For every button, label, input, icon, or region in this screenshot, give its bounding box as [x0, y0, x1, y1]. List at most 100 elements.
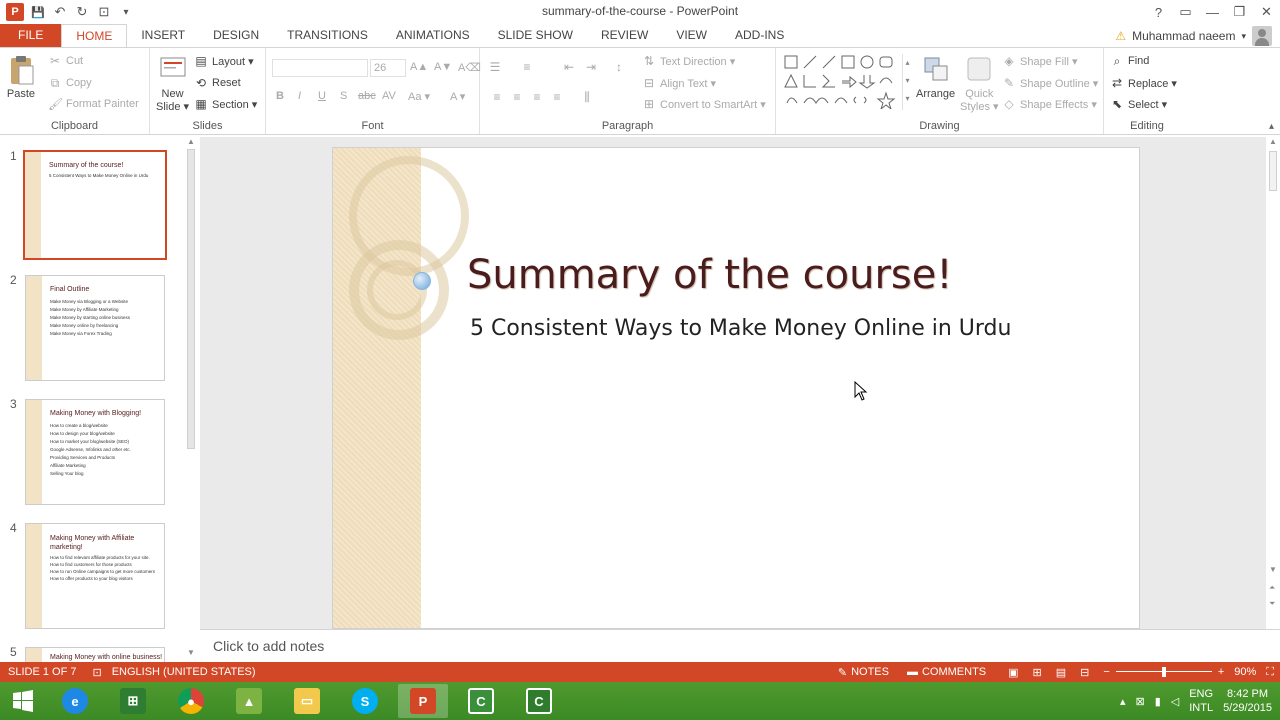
slide-thumbnail-1[interactable]: Summary of the course! 5 Consistent Ways… [23, 150, 167, 260]
find-button[interactable]: ⌕ Find [1110, 54, 1150, 68]
next-slide-icon[interactable]: ⏷ [1269, 599, 1275, 609]
bullets-button[interactable]: ☰ [488, 60, 502, 74]
language-indicator-tray[interactable]: ENG INTL [1189, 687, 1213, 715]
align-right-button[interactable]: ≡ [530, 90, 544, 104]
notes-button[interactable]: ✎ NOTES [838, 666, 889, 679]
slide-editing-area[interactable]: Summary of the course! 5 Consistent Ways… [200, 137, 1266, 629]
convert-to-smartart-button[interactable]: ⊞ Convert to SmartArt ▾ [642, 97, 766, 111]
comments-button[interactable]: ▬ COMMENTS [907, 666, 986, 678]
clock[interactable]: 8:42 PM 5/29/2015 [1223, 687, 1272, 715]
slide-thumbnail-4[interactable]: Making Money with Affiliate marketing! H… [25, 523, 165, 629]
store-app[interactable]: ⊞ [108, 684, 158, 718]
help-button[interactable]: ? [1145, 0, 1172, 24]
new-slide-button[interactable]: New Slide ▾ [156, 54, 189, 113]
scrollbar-thumb[interactable] [187, 149, 195, 449]
tab-add-ins[interactable]: ADD-INS [721, 24, 798, 48]
font-name-combo[interactable] [272, 59, 368, 77]
tab-insert[interactable]: INSERT [127, 24, 199, 48]
customize-qat-button[interactable]: ▾ [115, 1, 137, 23]
tab-design[interactable]: DESIGN [199, 24, 273, 48]
user-account[interactable]: ⚠ Muhammad naeem ▾ [1115, 24, 1272, 48]
format-painter-button[interactable]: 🖌 Format Painter [48, 97, 139, 111]
tab-slide-show[interactable]: SLIDE SHOW [484, 24, 587, 48]
justify-button[interactable]: ≡ [550, 90, 564, 104]
cut-button[interactable]: ✂ Cut [48, 54, 83, 68]
grow-font-button[interactable]: A▲ [410, 61, 428, 73]
shape-outline-button[interactable]: ✎ Shape Outline ▾ [1002, 76, 1098, 90]
shrink-font-button[interactable]: A▼ [434, 61, 452, 73]
network-icon[interactable]: ⊠ [1135, 695, 1144, 708]
shape-effects-button[interactable]: ◇ Shape Effects ▾ [1002, 97, 1097, 111]
bold-button[interactable]: B [276, 90, 284, 102]
character-spacing-button[interactable]: AV [382, 90, 396, 102]
chevron-down-icon[interactable]: ▾ [1241, 31, 1246, 42]
language-indicator[interactable]: ENGLISH (UNITED STATES) [112, 666, 256, 678]
tab-animations[interactable]: ANIMATIONS [382, 24, 484, 48]
scrollbar-thumb[interactable] [1269, 151, 1277, 191]
slide-show-icon[interactable]: ⊟ [1080, 666, 1089, 679]
font-color-button[interactable]: A ▾ [450, 90, 465, 103]
align-text-button[interactable]: ⊟ Align Text ▾ [642, 76, 716, 90]
normal-view-icon[interactable]: ▣ [1008, 666, 1018, 679]
increase-indent-button[interactable]: ⇥ [584, 60, 598, 74]
scroll-down-icon[interactable]: ▼ [1269, 565, 1277, 574]
slide-sorter-icon[interactable]: ⊞ [1033, 666, 1042, 679]
spelling-icon[interactable]: ⊡ [92, 666, 101, 679]
decrease-indent-button[interactable]: ⇤ [562, 60, 576, 74]
zoom-out-button[interactable]: − [1103, 666, 1109, 678]
close-button[interactable]: ✕ [1253, 0, 1280, 24]
notes-pane[interactable]: Click to add notes [200, 629, 1280, 662]
section-button[interactable]: ▦ Section ▾ [194, 97, 257, 111]
slide-thumbnail-3[interactable]: Making Money with Blogging! How to creat… [25, 399, 165, 505]
collapse-ribbon-icon[interactable]: ▴ [1269, 121, 1274, 132]
scroll-down-icon[interactable]: ▼ [187, 648, 195, 657]
volume-icon[interactable]: ◁ [1171, 695, 1179, 708]
columns-button[interactable]: ⫼ [580, 90, 594, 104]
file-explorer-app[interactable]: ▭ [282, 684, 332, 718]
align-left-button[interactable]: ≡ [490, 90, 504, 104]
minimize-button[interactable]: — [1199, 0, 1226, 24]
slide-title[interactable]: Summary of the course! [467, 252, 952, 298]
slide-thumbnail-5[interactable]: Making Money with online business! [25, 647, 165, 662]
internet-explorer-app[interactable]: e [50, 684, 100, 718]
quick-styles-button[interactable]: Quick Styles ▾ [960, 54, 999, 113]
camtasia-recorder-app[interactable]: C [514, 684, 564, 718]
tab-home[interactable]: HOME [61, 24, 128, 48]
thumbnails-scrollbar[interactable]: ▲ ▼ [184, 137, 198, 657]
underline-button[interactable]: U [318, 90, 326, 102]
font-size-combo[interactable]: 26 [370, 59, 406, 77]
notes-placeholder[interactable]: Click to add notes [213, 638, 324, 654]
strikethrough-button[interactable]: abc [358, 90, 376, 102]
skype-app[interactable]: S [340, 684, 390, 718]
tab-review[interactable]: REVIEW [587, 24, 662, 48]
start-button[interactable] [0, 684, 46, 718]
scroll-up-icon[interactable]: ▲ [187, 137, 195, 146]
clear-formatting-button[interactable]: A⌫ [458, 61, 481, 74]
shadow-button[interactable]: S [340, 90, 347, 102]
redo-button[interactable]: ↻ [71, 1, 93, 23]
reading-view-icon[interactable]: ▤ [1056, 666, 1066, 679]
user-name[interactable]: Muhammad naeem [1132, 29, 1235, 43]
text-direction-button[interactable]: ⇅ Text Direction ▾ [642, 54, 735, 68]
shapes-gallery[interactable] [782, 53, 910, 109]
chrome-app[interactable]: ● [166, 684, 216, 718]
fit-slide-icon[interactable]: ⛶ [1266, 666, 1274, 679]
align-center-button[interactable]: ≡ [510, 90, 524, 104]
slide-counter[interactable]: SLIDE 1 OF 7 [8, 666, 76, 678]
replace-button[interactable]: ⇄ Replace ▾ [1110, 76, 1177, 90]
select-button[interactable]: ⬉ Select ▾ [1110, 97, 1167, 111]
zoom-slider[interactable] [1115, 667, 1212, 677]
excel-app[interactable]: ▲ [224, 684, 274, 718]
zoom-level[interactable]: 90% [1234, 666, 1256, 678]
change-case-button[interactable]: Aa ▾ [408, 90, 430, 103]
powerpoint-app[interactable]: P [398, 684, 448, 718]
line-spacing-button[interactable]: ↕ [612, 60, 626, 74]
ribbon-display-options-button[interactable]: ▭ [1172, 0, 1199, 24]
tab-transitions[interactable]: TRANSITIONS [273, 24, 382, 48]
save-button[interactable]: 💾 [27, 1, 49, 23]
undo-button[interactable]: ↶ [49, 1, 71, 23]
camtasia-app[interactable]: C [456, 684, 506, 718]
current-slide[interactable]: Summary of the course! 5 Consistent Ways… [332, 147, 1140, 629]
powerpoint-logo-icon[interactable]: P [6, 3, 24, 21]
slide-thumbnail-2[interactable]: Final Outline Make Money via Blogging or… [25, 275, 165, 381]
